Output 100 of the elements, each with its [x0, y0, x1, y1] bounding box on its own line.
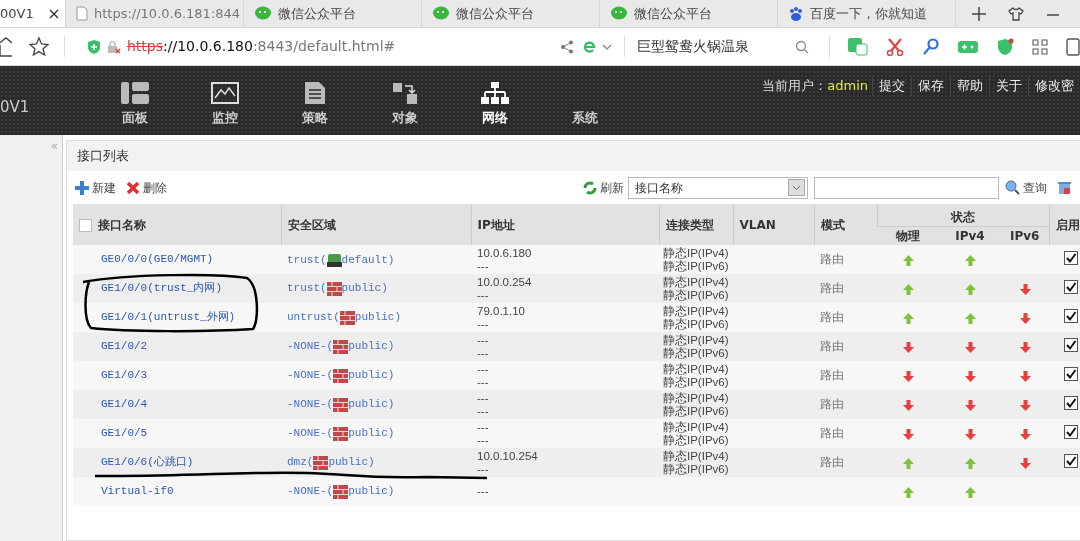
refresh-button[interactable]: 刷新 [583, 178, 624, 197]
zone-link[interactable]: trust( [287, 282, 327, 296]
nav-tab[interactable]: 监控 [180, 66, 270, 135]
vsys-link[interactable]: public) [348, 398, 395, 412]
nav-tab[interactable]: 网络 [450, 66, 540, 135]
nav-tab[interactable]: 对象 [360, 66, 450, 135]
connection-type: 静态IP(IPv4) [663, 391, 727, 404]
browser-tab[interactable]: https://10.0.6.181:844 [66, 0, 244, 27]
product-name: 0V1 [0, 97, 31, 118]
mode-text: 路由 [820, 455, 844, 469]
search-field[interactable]: 巨型鸳鸯火锅温泉 [624, 36, 809, 57]
panel-title: 接口列表 [67, 141, 1080, 171]
refresh-icon [583, 180, 597, 195]
browser-tab[interactable]: 百度一下，你就知道 [778, 0, 956, 27]
ip-address: --- [477, 462, 490, 476]
vsys-link[interactable]: public) [348, 485, 395, 499]
header-link[interactable]: 保存 [911, 76, 950, 96]
connection-type: 静态IP(IPv6) [663, 317, 727, 331]
firewall-icon [339, 310, 355, 325]
new-tab-icon[interactable] [972, 6, 986, 21]
shirt-icon[interactable] [1008, 6, 1024, 21]
zone-link[interactable]: untrust( [287, 311, 340, 325]
connection-type: 静态IP(IPv4) [663, 304, 727, 317]
toolbar-button[interactable]: 删除 [126, 178, 167, 197]
browser-tab[interactable]: 微信公众平台 [422, 0, 600, 27]
mode-text: 路由 [820, 281, 844, 295]
trash-icon[interactable] [1057, 180, 1072, 195]
enable-checkbox[interactable] [1064, 425, 1078, 439]
nav-tab[interactable]: 面板 [90, 66, 180, 135]
nav-tab[interactable]: 策略 [270, 66, 360, 135]
header-link[interactable]: 修改密 [1028, 76, 1080, 96]
interface-link[interactable]: GE1/0/4 [101, 398, 148, 410]
interface-link[interactable]: GE1/0/2 [101, 340, 148, 352]
page-icon [76, 6, 88, 21]
select-all-checkbox[interactable] [79, 218, 92, 232]
chat-bubble-icon [432, 6, 450, 21]
mode-text: 路由 [820, 252, 844, 266]
header-link[interactable]: 关于 [989, 76, 1028, 96]
column-header: IPv6 [1010, 229, 1040, 243]
vsys-link[interactable]: public) [348, 427, 395, 441]
vsys-link[interactable]: public) [348, 369, 395, 383]
chat-bubble-icon [610, 6, 628, 21]
search-field[interactable] [814, 176, 999, 199]
enable-checkbox[interactable] [1064, 251, 1078, 265]
star-icon[interactable] [28, 35, 50, 58]
interface-link[interactable]: GE1/0/3 [101, 369, 148, 381]
user-name: admin [827, 77, 868, 95]
zone-link[interactable]: -NONE-( [287, 340, 334, 354]
vsys-link[interactable]: public) [348, 340, 395, 354]
zone-link[interactable]: -NONE-( [287, 369, 334, 383]
connection-type: 静态IP(IPv4) [663, 362, 727, 375]
address-bar[interactable]: https://10.0.6.180:8443/default.html# [64, 36, 551, 57]
zone-link[interactable]: -NONE-( [287, 485, 334, 499]
connection-type: 静态IP(IPv6) [663, 259, 727, 273]
mode-text: 路由 [820, 310, 844, 324]
apps-icon[interactable] [1032, 38, 1048, 55]
enable-checkbox[interactable] [1064, 338, 1078, 352]
shield-icon[interactable] [996, 37, 1014, 56]
field-select[interactable]: 接口名称 [628, 176, 808, 199]
delete-icon [126, 180, 140, 195]
tablet-icon[interactable] [1066, 37, 1080, 56]
zone-link[interactable]: trust( [287, 253, 327, 267]
user-label: 当前用户： [762, 77, 828, 95]
vsys-link[interactable]: default) [341, 253, 395, 267]
vsys-link[interactable]: public) [328, 456, 375, 470]
column-header: 物理 [896, 229, 920, 243]
zone-link[interactable]: -NONE-( [287, 398, 334, 412]
dashboard-icon [121, 81, 149, 104]
enable-checkbox[interactable] [1064, 396, 1078, 410]
enable-checkbox[interactable] [1064, 454, 1078, 468]
home-icon[interactable] [0, 36, 12, 57]
connection-type: 静态IP(IPv4) [663, 420, 727, 433]
search-icon[interactable] [795, 39, 809, 54]
header-link[interactable]: 提交 [872, 76, 911, 96]
interface-link[interactable]: Virtual-if0 [101, 485, 174, 497]
interface-link[interactable]: GE1/0/5 [101, 427, 148, 439]
interface-link[interactable]: GE1/0/6(心跳口) [101, 456, 194, 468]
browser-tab[interactable]: 00V1 [0, 0, 66, 27]
nav-tab[interactable]: 系统 [540, 66, 630, 135]
zone-link[interactable]: dmz( [287, 456, 314, 470]
key-icon[interactable] [922, 37, 940, 56]
enable-checkbox[interactable] [1064, 280, 1078, 294]
ip-address: --- [477, 391, 490, 405]
enable-checkbox[interactable] [1064, 367, 1078, 381]
vsys-link[interactable]: public) [341, 282, 388, 296]
zone-link[interactable]: -NONE-( [287, 427, 334, 441]
toolbar-button[interactable]: 新建 [75, 178, 116, 197]
close-icon[interactable] [49, 8, 59, 19]
browser-tab[interactable]: 微信公众平台 [600, 0, 778, 27]
browser-tab[interactable]: 微信公众平台 [244, 0, 422, 27]
ip-address: 10.0.10.254 [477, 449, 539, 463]
query-button[interactable]: 查询 [1005, 178, 1047, 197]
share-icon[interactable] [560, 39, 575, 54]
broken-lock-icon [107, 39, 121, 54]
header-link[interactable]: 帮助 [950, 76, 989, 96]
enable-checkbox[interactable] [1064, 309, 1078, 323]
connection-type: 静态IP(IPv6) [663, 462, 727, 476]
scissors-icon[interactable] [886, 37, 904, 56]
plus-icon [75, 180, 89, 195]
vsys-link[interactable]: public) [354, 311, 402, 325]
